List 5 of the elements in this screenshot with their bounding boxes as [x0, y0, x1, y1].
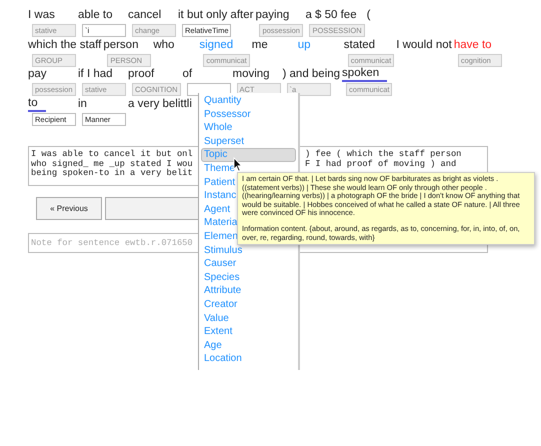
- sentence-text-line: F I had proof of moving ) and: [305, 160, 456, 169]
- sentence-text-line: ) fee ( which the staff person: [305, 150, 462, 160]
- sentence-text-line: being spoken-to in a very belit: [31, 169, 193, 178]
- sentence-text-line: who signed_ me _up stated I wou: [31, 160, 193, 168]
- sentence-text-line: I was able to cancel it but onl: [31, 150, 193, 160]
